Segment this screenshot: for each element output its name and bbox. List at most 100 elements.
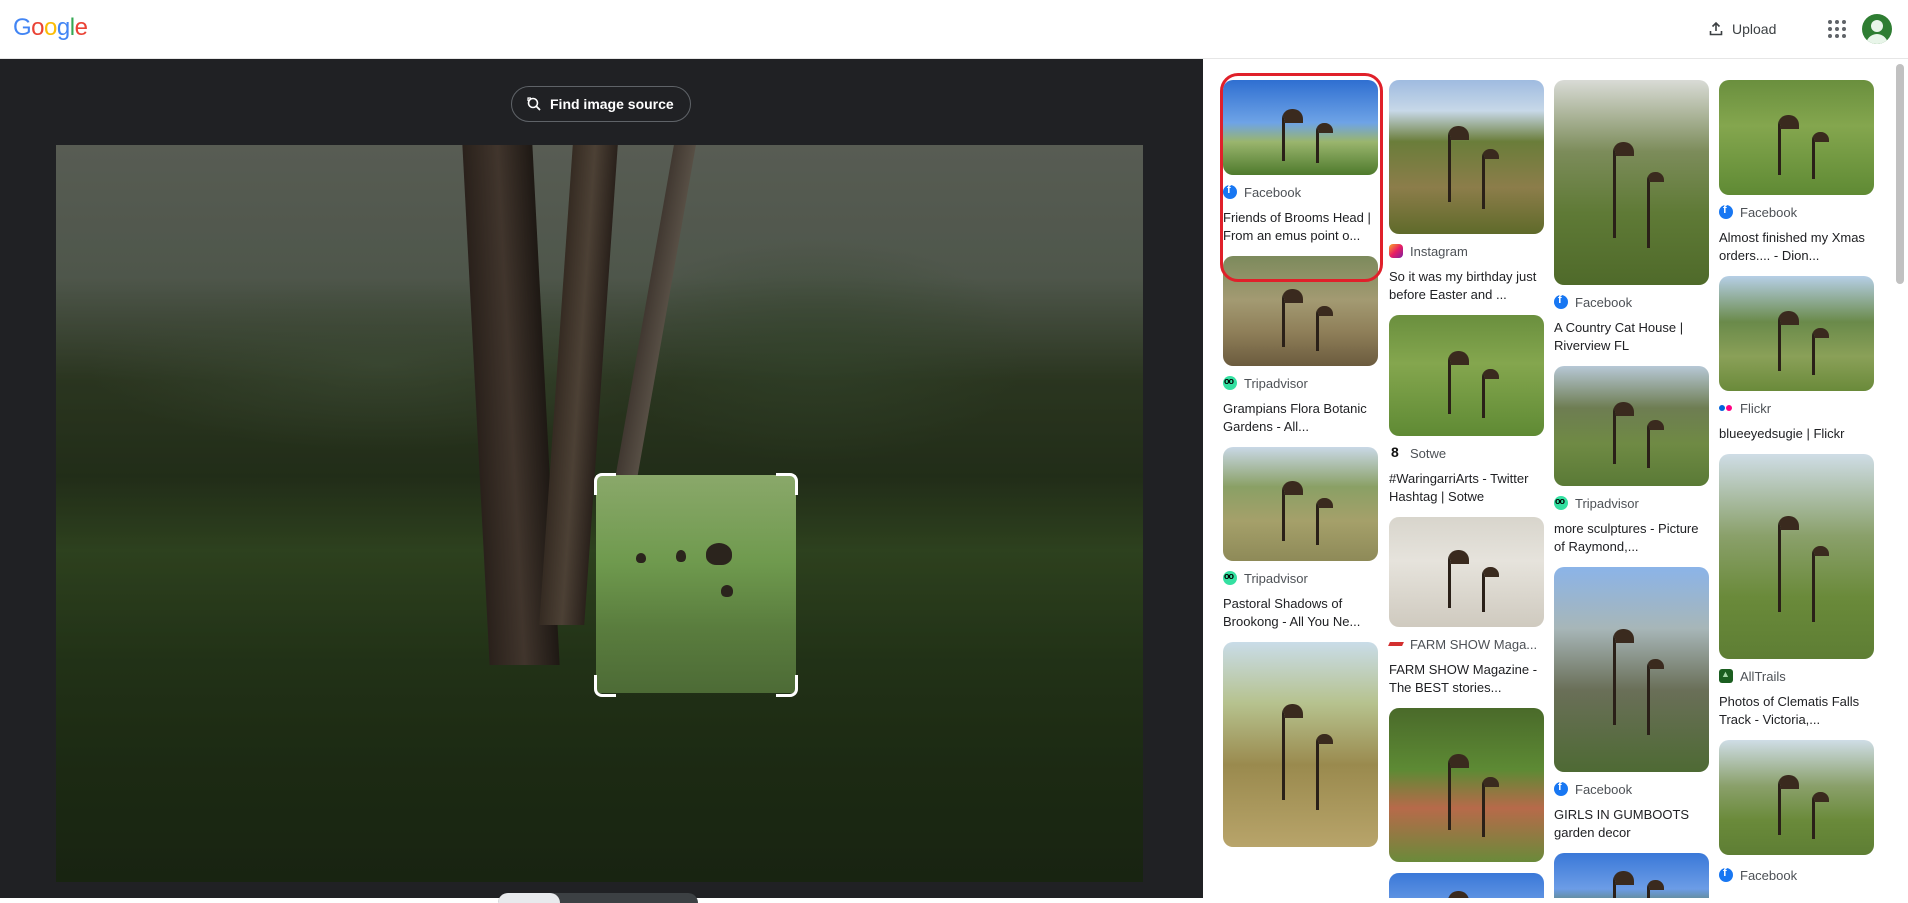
result-card[interactable]: AllTrails Photos of Clematis Falls Track … [1719,454,1874,729]
result-source[interactable]: Tripadvisor [1223,374,1378,392]
result-thumbnail[interactable] [1223,80,1378,175]
mode-toggle[interactable] [498,893,698,903]
result-card[interactable]: Tripadvisor more sculptures - Picture of … [1554,366,1709,556]
result-thumbnail[interactable] [1554,80,1709,285]
top-bar: Google Upload [0,0,1908,59]
selected-region[interactable] [596,475,796,693]
find-image-source-button[interactable]: Find image source [511,86,691,122]
result-source-label: Tripadvisor [1244,570,1308,586]
results-column: Facebook Almost finished my Xmas orders..… [1719,80,1874,895]
result-card[interactable]: Tripadvisor Pastoral Shadows of Brookong … [1223,447,1378,631]
result-thumbnail[interactable] [1223,447,1378,561]
result-title[interactable]: Almost finished my Xmas orders.... - Dio… [1719,229,1874,265]
logo-letter: G [13,14,32,41]
account-avatar[interactable] [1862,14,1892,44]
result-source[interactable]: Tripadvisor [1554,494,1709,512]
query-image[interactable] [56,145,1143,882]
farmshow-icon [1389,637,1403,651]
result-title[interactable]: Photos of Clematis Falls Track - Victori… [1719,693,1874,729]
result-card[interactable]: Facebook [1719,866,1874,884]
result-thumbnail[interactable] [1389,708,1544,862]
crop-handle-bottom-right[interactable] [776,675,798,697]
result-card[interactable]: Facebook GIRLS IN GUMBOOTS garden decor [1554,567,1709,842]
result-source[interactable]: Flickr [1719,399,1874,417]
facebook-icon [1554,294,1568,309]
result-thumbnail[interactable] [1389,517,1544,627]
upload-button[interactable]: Upload [1700,14,1784,44]
result-card[interactable]: FARM SHOW Maga... FARM SHOW Magazine - Th… [1389,517,1544,697]
result-source-label: Facebook [1575,781,1633,797]
result-thumbnail[interactable] [1554,853,1709,898]
result-thumbnail[interactable] [1223,642,1378,847]
apps-grid-icon[interactable] [1825,17,1849,41]
result-source-label: Facebook [1244,184,1302,200]
result-source-label: Flickr [1740,400,1772,416]
result-title[interactable]: FARM SHOW Magazine - The BEST stories... [1389,661,1544,697]
result-card[interactable]: Flickr blueeyedsugie | Flickr [1719,276,1874,443]
result-thumbnail[interactable] [1719,80,1874,195]
google-logo[interactable]: Google [13,14,88,42]
result-card[interactable]: Facebook Friends of Brooms Head | From an… [1223,80,1378,245]
result-source[interactable]: Facebook [1719,203,1874,221]
crop-handle-top-right[interactable] [776,473,798,495]
result-card[interactable] [1223,642,1378,847]
lens-search-icon [527,97,541,111]
crop-handle-bottom-left[interactable] [594,675,616,697]
result-thumbnail[interactable] [1223,256,1378,366]
result-title[interactable]: Pastoral Shadows of Brookong - All You N… [1223,595,1378,631]
result-source[interactable]: Tripadvisor [1223,569,1378,587]
result-title[interactable]: So it was my birthday just before Easter… [1389,268,1544,304]
facebook-icon [1554,781,1568,796]
crop-handle-top-left[interactable] [594,473,616,495]
result-card[interactable]: Facebook Almost finished my Xmas orders..… [1719,80,1874,265]
result-thumbnail[interactable] [1389,873,1544,898]
results-scrollbar[interactable] [1896,64,1904,284]
result-source[interactable]: FARM SHOW Maga... [1389,635,1544,653]
result-thumbnail[interactable] [1389,80,1544,234]
result-source-label: Tripadvisor [1575,495,1639,511]
result-card[interactable]: Sotwe #WaringarriArts - Twitter Hashtag |… [1389,315,1544,506]
tripadvisor-icon [1554,496,1568,510]
result-card[interactable]: Facebook A Country Cat House | Riverview … [1554,80,1709,355]
result-card[interactable]: Tripadvisor Grampians Flora Botanic Garde… [1223,256,1378,436]
result-title[interactable]: #WaringarriArts - Twitter Hashtag | Sotw… [1389,470,1544,506]
result-title[interactable]: blueeyedsugie | Flickr [1719,425,1874,443]
result-source[interactable]: Facebook [1223,183,1378,201]
result-card[interactable] [1389,708,1544,862]
result-thumbnail[interactable] [1719,454,1874,659]
result-thumbnail[interactable] [1554,567,1709,772]
result-source[interactable]: Sotwe [1389,444,1544,462]
result-source[interactable]: Facebook [1554,780,1709,798]
instagram-icon [1389,244,1403,258]
result-title[interactable]: A Country Cat House | Riverview FL [1554,319,1709,355]
result-thumbnail[interactable] [1554,366,1709,486]
result-thumbnail[interactable] [1719,740,1874,855]
result-source-label: Facebook [1740,204,1798,220]
result-source-label: FARM SHOW Maga... [1410,636,1538,652]
result-source-label: Facebook [1740,867,1798,883]
alltrails-icon [1719,669,1733,683]
result-source[interactable]: Facebook [1719,866,1874,884]
result-source[interactable]: AllTrails [1719,667,1874,685]
results-column: Facebook Friends of Brooms Head | From an… [1223,80,1378,858]
result-source[interactable]: Facebook [1554,293,1709,311]
result-title[interactable]: GIRLS IN GUMBOOTS garden decor [1554,806,1709,842]
facebook-icon [1719,867,1733,882]
result-card[interactable] [1554,853,1709,898]
result-title[interactable]: Grampians Flora Botanic Gardens - All... [1223,400,1378,436]
result-card[interactable] [1389,873,1544,898]
results-column: Facebook A Country Cat House | Riverview … [1554,80,1709,898]
find-image-source-label: Find image source [550,96,674,112]
result-card[interactable] [1719,740,1874,855]
result-source-label: Facebook [1575,294,1633,310]
image-viewer: Find image source [0,59,1203,903]
result-title[interactable]: Friends of Brooms Head | From an emus po… [1223,209,1378,245]
result-thumbnail[interactable] [1389,315,1544,436]
result-source[interactable]: Instagram [1389,242,1544,260]
result-card[interactable]: Instagram So it was my birthday just befo… [1389,80,1544,304]
result-source-label: Tripadvisor [1244,375,1308,391]
result-source-label: Sotwe [1410,445,1447,461]
result-thumbnail[interactable] [1719,276,1874,391]
tripadvisor-icon [1223,571,1237,585]
result-title[interactable]: more sculptures - Picture of Raymond,... [1554,520,1709,556]
